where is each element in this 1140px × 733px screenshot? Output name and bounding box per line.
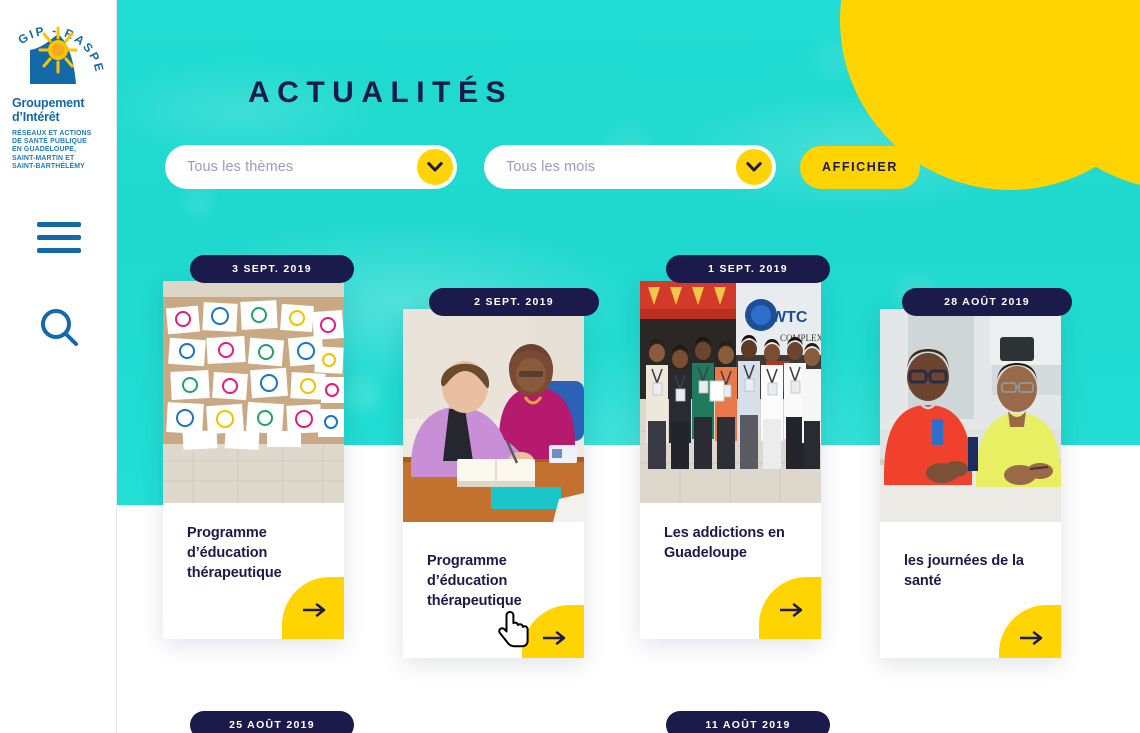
page-title: ACTUALITÉS <box>248 76 513 109</box>
logo-sun-core <box>52 44 64 56</box>
arrow-right-icon[interactable] <box>1019 631 1045 645</box>
search-icon[interactable] <box>37 305 81 349</box>
logo-subtitle: RÉSEAUX ET ACTIONS DE SANTÉ PUBLIQUE EN … <box>12 130 105 171</box>
card-image <box>163 281 344 503</box>
chevron-down-glyph <box>427 161 443 171</box>
children-drawings-noticeboard-image <box>163 281 344 503</box>
hamburger-menu-icon[interactable] <box>36 222 81 253</box>
hamburger-bar-3 <box>36 248 81 253</box>
afficher-button[interactable]: AFFICHER <box>800 145 920 189</box>
news-card[interactable]: Programme d’éducation thérapeutique <box>163 281 344 639</box>
card-body: Programme d’éducation thérapeutique <box>163 503 344 639</box>
arrow-right-icon[interactable] <box>542 631 568 645</box>
svg-text:WTC: WTC <box>771 309 808 326</box>
sidebar-icon-group <box>0 222 117 349</box>
actualites-page: GIP - RASPEG <box>0 0 1140 733</box>
card-title: les journées de la santé <box>904 553 1024 589</box>
chevron-down-icon[interactable] <box>417 149 453 185</box>
group-photo-at-wtc-complex-image: WTC COMPLEX <box>640 281 821 503</box>
theme-select-value: Tous les thèmes <box>187 159 294 175</box>
card-date-badge[interactable]: 1 SEPT. 2019 <box>666 255 830 283</box>
logo-subtitle-line-5: SAINT-BARTHÉLÉMY <box>12 162 85 170</box>
news-card[interactable]: WTC COMPLEX Les addictions en Guadeloupe <box>640 281 821 639</box>
month-select[interactable]: Tous les mois <box>484 145 776 189</box>
month-select-value: Tous les mois <box>506 159 596 175</box>
hamburger-bar-2 <box>36 235 81 240</box>
logo-title: Groupement d’Intérêt <box>12 96 105 124</box>
gip-raspeg-logo-mark: GIP - RASPEG <box>12 12 106 90</box>
card-title: Programme d’éducation thérapeutique <box>187 525 282 581</box>
two-women-writing-at-desk-image <box>403 309 584 522</box>
chevron-down-glyph <box>746 161 762 171</box>
card-date-badge[interactable]: 3 SEPT. 2019 <box>190 255 354 283</box>
card-date-badge[interactable]: 25 AOÛT 2019 <box>190 711 354 733</box>
hamburger-bar-1 <box>36 222 81 227</box>
logo-subtitle-line-1: RÉSEAUX ET ACTIONS <box>12 130 92 137</box>
card-image <box>403 309 584 531</box>
card-body: les journées de la santé <box>880 531 1061 658</box>
card-title: Les addictions en Guadeloupe <box>664 525 785 561</box>
filter-bar: Tous les thèmes Tous les mois AFFICHER <box>165 145 920 189</box>
site-logo[interactable]: GIP - RASPEG <box>0 12 117 171</box>
theme-select[interactable]: Tous les thèmes <box>165 145 457 189</box>
news-card[interactable]: les journées de la santé <box>880 309 1061 658</box>
arrow-right-icon[interactable] <box>302 603 328 617</box>
logo-title-line1: Groupement <box>12 96 85 110</box>
logo-subtitle-line-3: EN GUADELOUPE, <box>12 146 77 154</box>
search-glyph <box>40 309 78 346</box>
news-card[interactable]: Programme d’éducation thérapeutique <box>403 309 584 658</box>
card-image <box>880 309 1061 531</box>
chevron-down-icon[interactable] <box>736 149 772 185</box>
logo-subtitle-line-2: DE SANTÉ PUBLIQUE <box>12 138 87 146</box>
card-date-badge[interactable]: 2 SEPT. 2019 <box>429 288 599 316</box>
card-body: Les addictions en Guadeloupe <box>640 503 821 639</box>
two-women-at-office-desk-image <box>880 309 1061 522</box>
logo-graphic: GIP - RASPEG <box>12 12 105 84</box>
sidebar: GIP - RASPEG <box>0 0 117 733</box>
card-date-badge[interactable]: 11 AOÛT 2019 <box>666 711 830 733</box>
card-image: WTC COMPLEX <box>640 281 821 503</box>
card-body: Programme d’éducation thérapeutique <box>403 531 584 658</box>
logo-subtitle-line-4: SAINT-MARTIN ET <box>12 154 75 162</box>
card-date-badge[interactable]: 28 AOÛT 2019 <box>902 288 1072 316</box>
arrow-right-icon[interactable] <box>779 603 805 617</box>
card-title: Programme d’éducation thérapeutique <box>427 553 522 609</box>
logo-title-line2: d’Intérêt <box>12 110 60 124</box>
